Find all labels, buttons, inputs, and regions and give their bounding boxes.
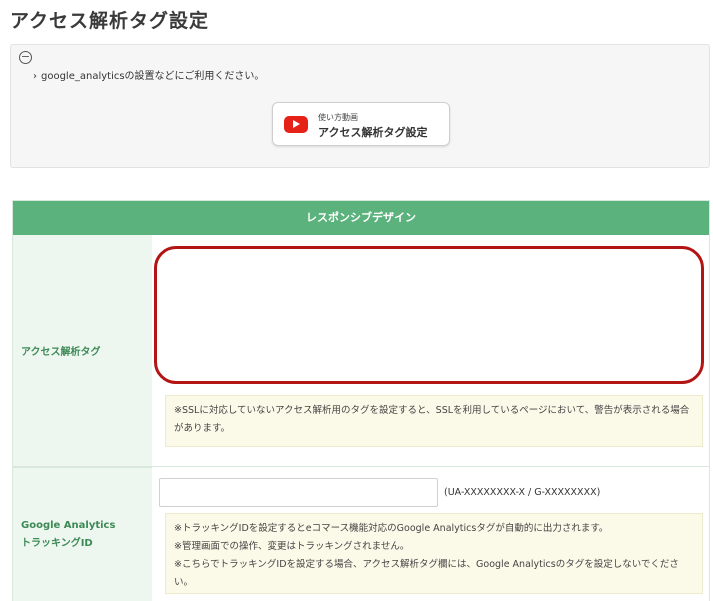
info-panel: − › google_analyticsの設置などにご利用ください。 使い方動画 …	[10, 44, 710, 168]
youtube-play-icon	[284, 116, 308, 133]
info-text-line: › google_analyticsの設置などにご利用ください。	[33, 67, 264, 82]
tracking-id-notes: ※トラッキングIDを設定するとeコマース機能対応のGoogle Analytic…	[165, 513, 703, 594]
collapse-icon[interactable]: −	[19, 51, 32, 64]
access-tag-label-text: アクセス解析タグ	[21, 347, 101, 358]
tracking-note-1: ※トラッキングIDを設定するとeコマース機能対応のGoogle Analytic…	[174, 523, 609, 534]
access-tag-label: アクセス解析タグ	[13, 235, 152, 466]
chevron-right-icon: ›	[33, 71, 37, 82]
tracking-note-3: ※こちらでトラッキングIDを設定する場合、アクセス解析タグ欄には、Google …	[174, 559, 679, 588]
tracking-id-format-hint: (UA-XXXXXXXX-X / G-XXXXXXXX)	[444, 487, 601, 498]
settings-table: レスポンシブデザイン アクセス解析タグ ※SSLに対応していないアクセス解析用の…	[12, 200, 710, 601]
tracking-id-label-line1: Google Analytics	[21, 520, 116, 531]
table-header: レスポンシブデザイン	[13, 201, 709, 235]
ssl-warning-note: ※SSLに対応していないアクセス解析用のタグを設定すると、SSLを利用しているペ…	[165, 395, 703, 447]
page-title: アクセス解析タグ設定	[10, 10, 210, 32]
tracking-id-label-line2: トラッキングID	[21, 538, 93, 549]
video-sub-label: 使い方動画	[318, 113, 358, 122]
tracking-id-input[interactable]	[159, 478, 438, 507]
access-tag-textarea[interactable]	[154, 246, 704, 384]
tracking-note-2: ※管理画面での操作、変更はトラッキングされません。	[174, 541, 410, 552]
tracking-id-label: Google Analytics トラッキングID	[13, 467, 152, 601]
video-main-label: アクセス解析タグ設定	[318, 126, 428, 139]
tutorial-video-button[interactable]: 使い方動画 アクセス解析タグ設定	[272, 102, 450, 146]
info-text: google_analyticsの設置などにご利用ください。	[41, 71, 265, 82]
